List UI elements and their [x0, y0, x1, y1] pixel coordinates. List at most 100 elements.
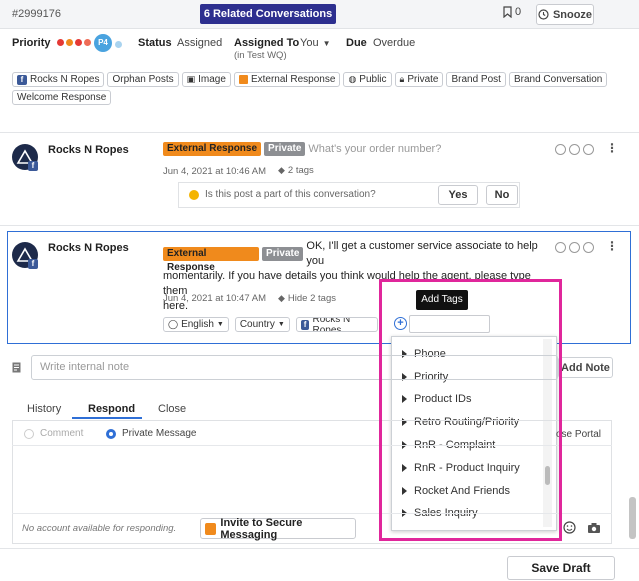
priority-badge[interactable]: P4 — [94, 34, 112, 52]
post2-more-icon[interactable]: ⋮ — [606, 239, 618, 253]
divider — [0, 548, 639, 549]
tag-list: f Rocks N Ropes Orphan Posts ▣ Image Exter… — [12, 72, 612, 105]
facebook-icon: f — [28, 259, 38, 269]
post1-avatar: f — [12, 144, 38, 171]
tag-chip[interactable]: Welcome Response — [12, 90, 112, 105]
status-label: Status — [138, 37, 172, 49]
assigned-dropdown[interactable]: You ▼ — [300, 37, 330, 49]
post1-date: Jun 4, 2021 at 10:46 AM — [163, 166, 266, 177]
divider — [0, 225, 639, 226]
tag-chip[interactable]: 🔒︎ Private — [394, 72, 444, 87]
related-conversations-button[interactable]: 6 Related Conversations — [200, 4, 336, 24]
frown-icon[interactable] — [583, 144, 594, 155]
tag-chip[interactable]: Brand Conversation — [508, 72, 608, 87]
post2-date: Jun 4, 2021 at 10:47 AM — [163, 293, 266, 304]
tag-chip[interactable]: External Response — [233, 72, 341, 87]
page-scrollbar[interactable] — [629, 497, 636, 539]
country-dropdown[interactable]: Country ▼ — [234, 317, 290, 332]
tag-chip[interactable]: f Rocks N Ropes — [12, 72, 105, 87]
account-dropdown[interactable]: f Rocks N Ropes — [295, 317, 378, 332]
priority-dot-light — [115, 39, 122, 51]
tag-chip[interactable]: ◍ Public — [343, 72, 392, 87]
smile-icon[interactable] — [555, 242, 566, 253]
warning-icon — [189, 189, 199, 200]
neutral-face-icon[interactable] — [569, 242, 580, 253]
external-response-badge: External Response — [163, 142, 262, 156]
priority-dot — [57, 39, 64, 46]
tab-respond[interactable]: Respond — [88, 403, 135, 415]
speech-bubble-icon: ◯ — [168, 319, 179, 329]
invite-secure-messaging-button[interactable]: Invite to Secure Messaging — [200, 517, 356, 541]
chevron-down-icon: ▼ — [216, 321, 224, 328]
camera-icon[interactable] — [587, 522, 601, 537]
post1-tags-toggle[interactable]: ◆ 2 tags — [278, 165, 314, 176]
comment-radio[interactable]: Comment — [24, 428, 83, 439]
private-badge: Private — [264, 142, 306, 156]
post2-dropdowns: ◯ English ▼ Country ▼ f Rocks N Ropes — [163, 317, 378, 332]
note-icon — [12, 362, 21, 376]
frown-icon[interactable] — [583, 242, 594, 253]
priority-dot — [66, 39, 73, 46]
priority-label: Priority — [12, 37, 51, 49]
bookmark-icon — [503, 6, 512, 18]
private-message-radio[interactable]: Private Message — [106, 428, 196, 439]
tag-picker-highlight — [379, 279, 562, 541]
snooze-label: Snooze — [552, 8, 593, 21]
secure-messaging-icon — [205, 522, 217, 535]
clock-icon — [538, 9, 549, 20]
priority-dots[interactable] — [57, 39, 91, 46]
globe-icon: ◍ — [348, 74, 357, 84]
post2-author[interactable]: Rocks N Ropes — [48, 242, 129, 254]
post2-avatar: f — [12, 242, 38, 269]
post1-header: External Response Private What's your or… — [163, 142, 441, 156]
save-draft-button[interactable]: Save Draft — [507, 556, 615, 580]
assigned-label: Assigned To — [234, 37, 300, 49]
post1-author[interactable]: Rocks N Ropes — [48, 144, 129, 156]
smile-icon[interactable] — [555, 144, 566, 155]
private-badge: Private — [262, 247, 304, 261]
snooze-button[interactable]: Snooze — [536, 4, 594, 25]
active-tab-indicator — [72, 417, 142, 419]
question-row: Is this post a part of this conversation… — [189, 189, 376, 200]
post2-reactions[interactable] — [555, 242, 594, 253]
priority-dot — [84, 39, 91, 46]
neutral-face-icon[interactable] — [569, 144, 580, 155]
tab-history[interactable]: History — [27, 403, 61, 415]
chevron-down-icon: ▼ — [322, 38, 331, 48]
choose-portal-link[interactable]: ose Portal — [556, 429, 601, 440]
language-dropdown[interactable]: ◯ English ▼ — [163, 317, 229, 332]
post1-message: What's your order number? — [308, 143, 442, 155]
tag-chip[interactable]: ▣ Image — [181, 72, 231, 87]
facebook-icon: f — [17, 74, 27, 85]
question-text: Is this post a part of this conversation… — [205, 189, 376, 200]
radio-button[interactable] — [106, 428, 116, 439]
add-note-button[interactable]: Add Note — [558, 357, 613, 378]
hide-tags-toggle[interactable]: ◆ Hide 2 tags — [278, 293, 336, 304]
external-response-badge: External Response — [163, 247, 260, 273]
chevron-down-icon: ▼ — [277, 321, 285, 328]
post1-more-icon[interactable]: ⋮ — [606, 141, 618, 155]
assigned-sub: (in Test WQ) — [234, 50, 287, 61]
post2-message-line: OK, I'll get a customer service associat… — [306, 240, 538, 267]
radio-button[interactable] — [24, 428, 34, 439]
tag-chip[interactable]: Brand Post — [446, 72, 506, 87]
image-icon: ▣ — [186, 74, 196, 84]
assigned-value: You — [300, 37, 319, 49]
tab-close[interactable]: Close — [158, 403, 186, 415]
post1-reactions[interactable] — [555, 144, 594, 155]
status-value: Assigned — [177, 37, 223, 49]
divider — [0, 132, 639, 133]
facebook-icon: f — [28, 161, 38, 171]
due-value: Overdue — [373, 37, 416, 49]
facebook-icon: f — [300, 319, 310, 330]
bookmark-button[interactable]: 0 — [503, 6, 521, 18]
lock-icon: 🔒︎ — [399, 74, 405, 84]
yes-button[interactable]: Yes — [438, 185, 478, 205]
no-button[interactable]: No — [486, 185, 518, 205]
case-id: #2999176 — [12, 8, 61, 20]
emoji-icon[interactable] — [563, 521, 576, 537]
bookmark-count: 0 — [515, 6, 522, 18]
due-label: Due — [346, 37, 367, 49]
tag-chip[interactable]: Orphan Posts — [107, 72, 179, 87]
tag-icon: ◆ — [278, 293, 285, 303]
